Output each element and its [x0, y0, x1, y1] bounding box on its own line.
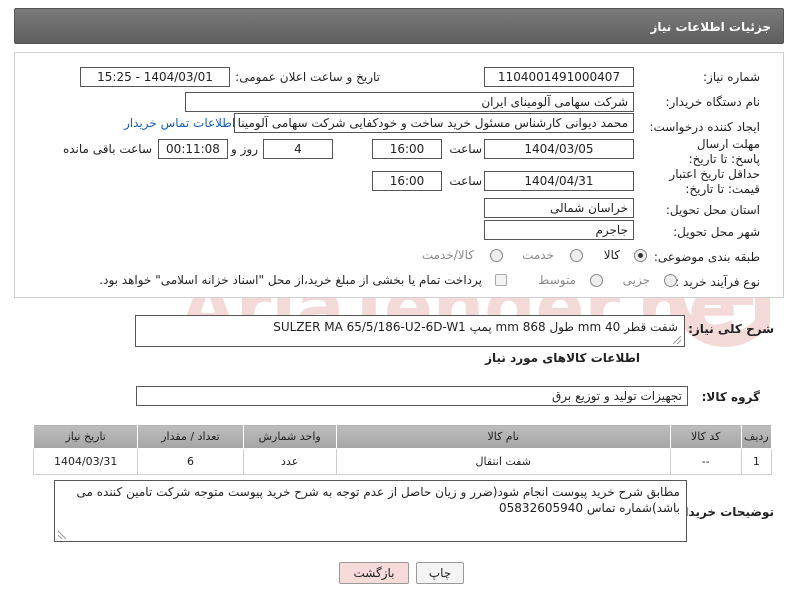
category-option-goods: کالا — [603, 248, 620, 262]
category-radio-goods[interactable] — [634, 249, 647, 262]
buyer-notes-label: توضیحات خریدار: — [672, 505, 774, 519]
back-button[interactable]: بازگشت — [339, 562, 409, 584]
col-date: تاریخ نیاز — [32, 424, 139, 449]
resize-grip-icon — [673, 336, 681, 344]
process-label: نوع فرآیند خرید : — [675, 275, 760, 289]
payment-note: پرداخت تمام یا بخشی از مبلغ خرید،از محل … — [99, 273, 482, 287]
buyer-notes-textarea[interactable]: مطابق شرح خرید پیوست انجام شود(ضرر و زیا… — [54, 480, 687, 542]
category-option-goods-service: کالا/خدمت — [421, 248, 474, 262]
table-row: 1 -- شفت انتقال عدد 6 1404/03/31 — [32, 448, 773, 475]
process-radio-minor[interactable] — [664, 274, 677, 287]
goods-group-field: تجهیزات تولید و توزیع برق — [136, 386, 688, 406]
need-number-label: شماره نیاز: — [703, 70, 760, 84]
remaining-time-field: 00:11:08 — [158, 139, 228, 159]
city-label: شهر محل تحویل: — [673, 225, 760, 239]
province-field: خراسان شمالی — [484, 198, 634, 218]
buyer-contact-link[interactable]: اطلاعات تماس خریدار — [124, 116, 235, 130]
cell-code: -- — [669, 448, 742, 475]
remaining-label: ساعت باقی مانده — [62, 142, 152, 156]
process-radio-medium[interactable] — [590, 274, 603, 287]
cell-row: 1 — [740, 448, 773, 475]
deadline-time-label: ساعت — [449, 142, 482, 156]
deadline-label: مهلت ارسال پاسخ: تا تاریخ: — [688, 137, 760, 166]
buyer-org-field: شرکت سهامی آلومینای ایران — [185, 92, 634, 112]
category-radio-goods-service[interactable] — [490, 249, 503, 262]
deadline-date-field: 1404/03/05 — [484, 139, 634, 159]
page-header: جزئیات اطلاعات نیاز — [14, 8, 784, 44]
process-option-medium: متوسط — [538, 273, 576, 287]
goods-table: ردیف کد کالا نام کالا واحد شمارش تعداد /… — [32, 424, 773, 475]
goods-group-label: گروه کالا: — [701, 390, 760, 404]
price-validity-date-field: 1404/04/31 — [484, 171, 634, 191]
category-label: طبقه بندی موضوعی: — [653, 250, 760, 264]
col-unit: واحد شمارش — [242, 424, 337, 449]
resize-grip-icon — [58, 531, 66, 539]
col-row: ردیف — [740, 424, 773, 449]
price-validity-time-field: 16:00 — [372, 171, 442, 191]
payment-checkbox[interactable] — [495, 274, 507, 286]
col-code: کد کالا — [669, 424, 742, 449]
cell-name: شفت انتقال — [335, 448, 671, 475]
creator-field: محمد دیوانی کارشناس مسئول خرید ساخت و خو… — [234, 113, 634, 133]
summary-textarea[interactable]: شفت قطر 40 mm طول 868 mm پمپ SULZER MA 6… — [135, 315, 685, 347]
creator-label: ایجاد کننده درخواست: — [649, 120, 760, 134]
buyer-notes-text: مطابق شرح خرید پیوست انجام شود(ضرر و زیا… — [76, 485, 680, 515]
category-radio-service[interactable] — [570, 249, 583, 262]
summary-text: شفت قطر 40 mm طول 868 mm پمپ SULZER MA 6… — [273, 320, 678, 334]
cell-date: 1404/03/31 — [32, 448, 139, 475]
days-field: 4 — [263, 139, 333, 159]
col-qty: تعداد / مقدار — [137, 424, 244, 449]
announce-field: 1404/03/01 - 15:25 — [80, 67, 230, 87]
city-field: جاجرم — [484, 220, 634, 240]
announce-label: تاریخ و ساعت اعلان عمومی: — [235, 70, 380, 84]
deadline-time-field: 16:00 — [372, 139, 442, 159]
summary-label: شرح کلی نیاز: — [688, 322, 774, 336]
buyer-org-label: نام دستگاه خریدار: — [665, 95, 761, 109]
print-button[interactable]: چاپ — [416, 562, 464, 584]
process-option-minor: جزیی — [622, 273, 650, 287]
cell-unit: عدد — [242, 448, 337, 475]
col-name: نام کالا — [335, 424, 671, 449]
goods-section-title: اطلاعات کالاهای مورد نیاز — [485, 351, 640, 365]
price-validity-time-label: ساعت — [449, 174, 482, 188]
need-number-field: 1104001491000407 — [484, 67, 634, 87]
goods-table-header: ردیف کد کالا نام کالا واحد شمارش تعداد /… — [32, 424, 773, 449]
category-option-service: خدمت — [522, 248, 554, 262]
price-validity-label: حداقل تاریخ اعتبار قیمت: تا تاریخ: — [669, 167, 760, 196]
page-title: جزئیات اطلاعات نیاز — [650, 20, 771, 34]
province-label: استان محل تحویل: — [665, 203, 760, 217]
days-label: روز و — [231, 142, 258, 156]
cell-qty: 6 — [137, 448, 244, 475]
